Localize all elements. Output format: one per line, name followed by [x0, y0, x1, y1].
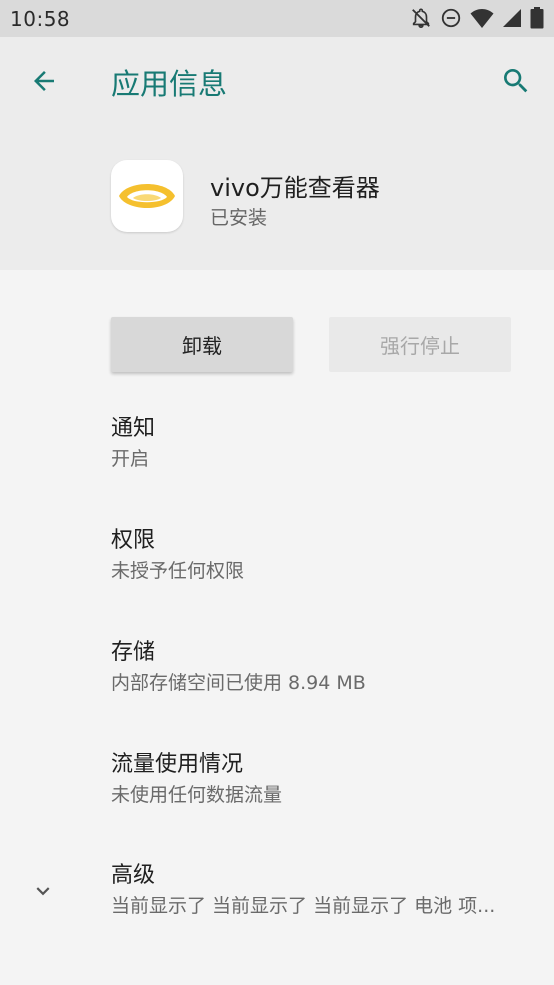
permissions-subtitle: 未授予任何权限: [111, 560, 245, 582]
force-stop-button[interactable]: 强行停止: [329, 317, 511, 372]
wifi-icon: [470, 7, 494, 29]
cell-signal-icon: [502, 8, 522, 28]
search-icon: [504, 69, 528, 93]
permissions-title: 权限: [111, 528, 156, 553]
uninstall-button[interactable]: 卸载: [111, 317, 293, 372]
eye-logo-icon: [119, 184, 175, 208]
status-icons: [410, 7, 544, 29]
permissions-item[interactable]: 权限 未授予任何权限: [111, 526, 541, 586]
back-button[interactable]: [24, 61, 64, 101]
data-usage-title: 流量使用情况: [111, 752, 244, 777]
app-icon: [111, 160, 183, 232]
data-usage-item[interactable]: 流量使用情况 未使用任何数据流量: [111, 750, 541, 810]
status-time: 10:58: [10, 7, 71, 31]
advanced-item[interactable]: 高级 当前显示了 当前显示了 当前显示了 电池 项...: [111, 861, 541, 921]
page-title: 应用信息: [111, 67, 228, 101]
notifications-item[interactable]: 通知 开启: [111, 414, 541, 474]
battery-icon: [530, 7, 544, 29]
arrow-left-icon: [34, 71, 54, 91]
notifications-title: 通知: [111, 416, 156, 441]
app-install-status: 已安装: [210, 207, 268, 229]
do-not-disturb-icon: [440, 7, 462, 29]
storage-item[interactable]: 存储 内部存储空间已使用 8.94 MB: [111, 638, 541, 698]
search-button[interactable]: [496, 61, 536, 101]
data-usage-subtitle: 未使用任何数据流量: [111, 784, 283, 806]
app-info-header: 应用信息 vivo万能查看器 已安装: [0, 37, 554, 270]
status-bar: 10:58: [0, 0, 554, 37]
advanced-subtitle: 当前显示了 当前显示了 当前显示了 电池 项...: [111, 895, 496, 917]
advanced-title: 高级: [111, 863, 156, 888]
notifications-subtitle: 开启: [111, 448, 150, 470]
chevron-down-icon[interactable]: [30, 878, 56, 904]
storage-subtitle: 内部存储空间已使用 8.94 MB: [111, 672, 366, 694]
app-name: vivo万能查看器: [210, 174, 380, 202]
storage-title: 存储: [111, 640, 156, 665]
notifications-off-icon: [410, 7, 432, 29]
